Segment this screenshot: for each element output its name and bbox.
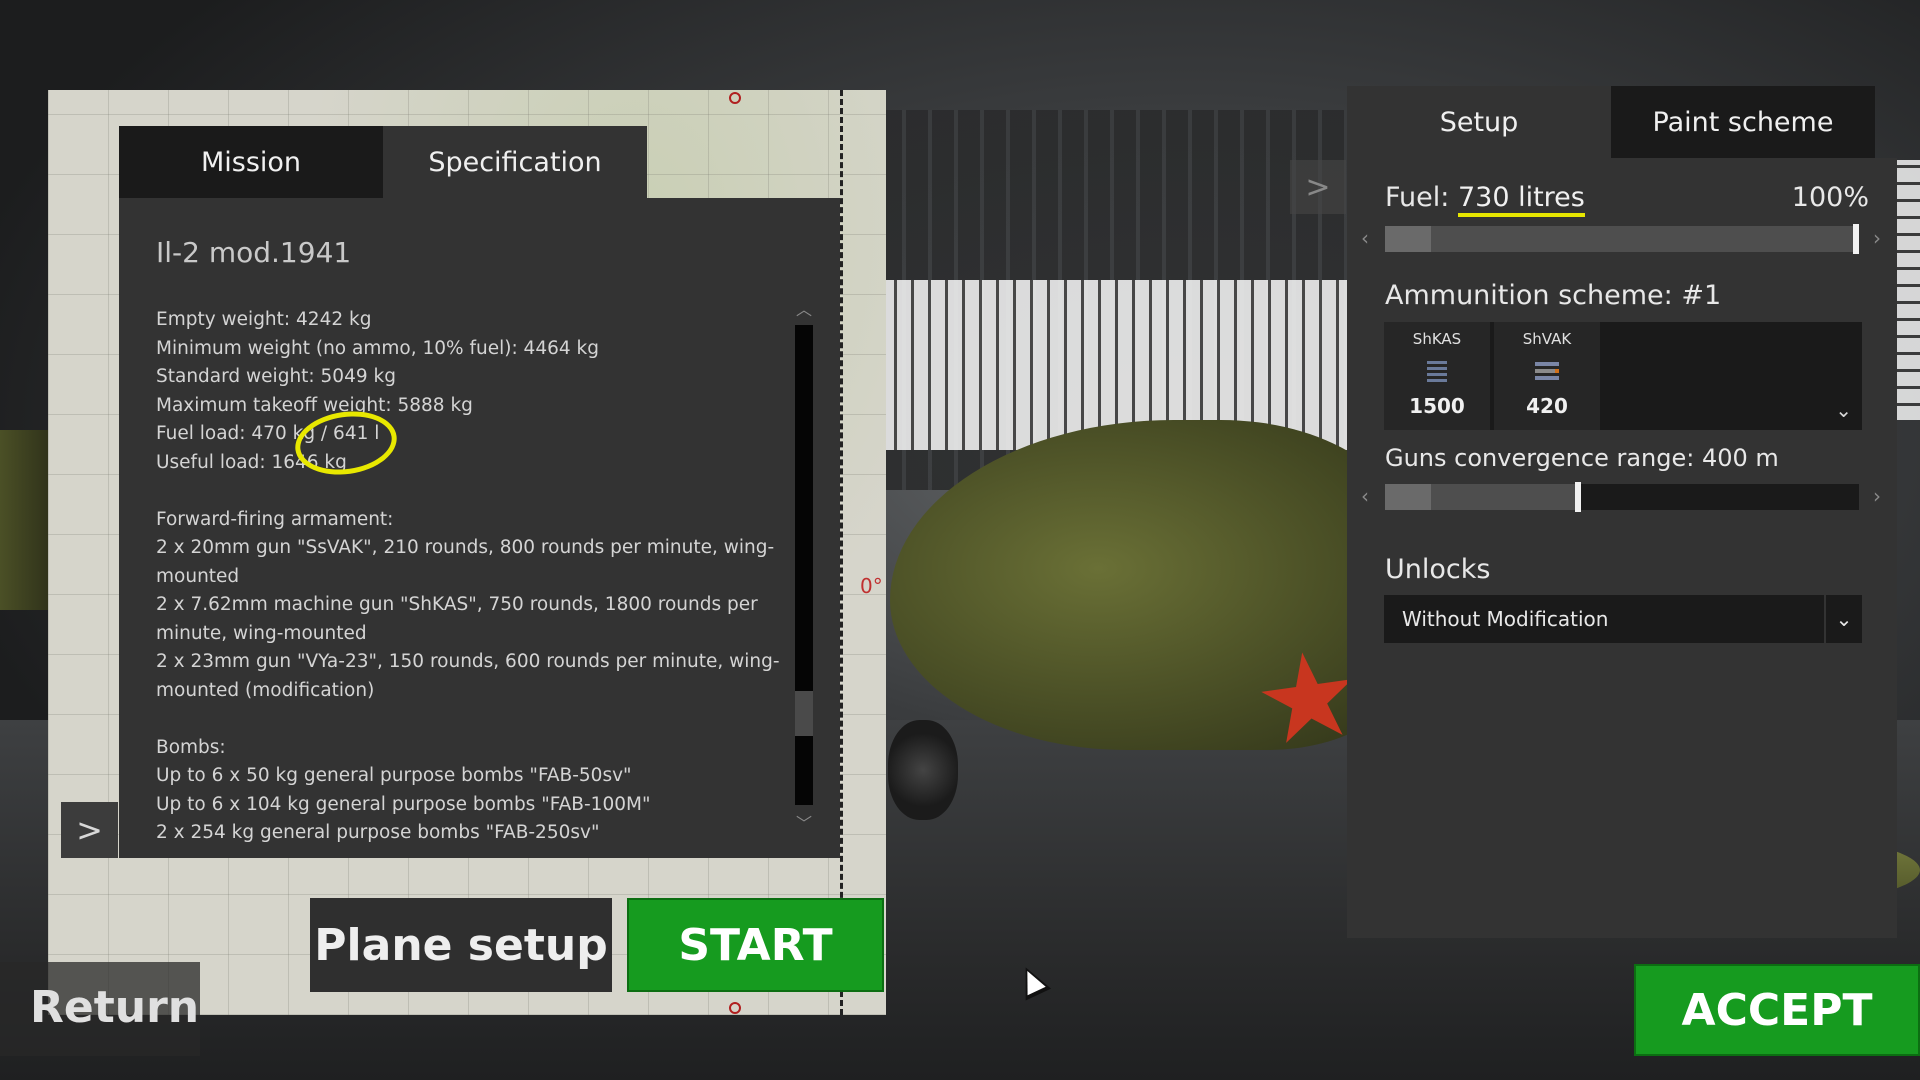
chevron-down-icon[interactable]: ⌄ — [1824, 595, 1862, 643]
fuel-slider-fill — [1385, 226, 1859, 252]
ammo-count: 1500 — [1409, 394, 1465, 418]
spec-line: Fuel load: 470 kg / 641 l — [156, 423, 380, 444]
tab-setup[interactable]: Setup — [1347, 86, 1611, 158]
chevron-left-icon[interactable]: ‹ — [1361, 484, 1369, 508]
ammo-slot-shkas[interactable]: ShKAS 1500 — [1384, 322, 1490, 430]
map-waypoint-marker — [729, 92, 741, 104]
spec-tab-bar: Mission Specification — [119, 126, 647, 198]
unlocks-selected-value: Without Modification — [1402, 607, 1609, 631]
ammo-scheme-label: Ammunition scheme: #1 — [1385, 280, 1722, 311]
unlocks-label: Unlocks — [1385, 554, 1491, 585]
tab-mission[interactable]: Mission — [119, 126, 383, 198]
ammo-belt-icon — [1427, 361, 1447, 382]
fuel-label-prefix: Fuel: — [1385, 182, 1458, 213]
spec-text: Empty weight: 4242 kg Minimum weight (no… — [156, 306, 796, 848]
spec-line: Up to 6 x 50 kg general purpose bombs "F… — [156, 765, 632, 786]
convergence-slider-thumb[interactable] — [1575, 482, 1581, 512]
ammo-name: ShVAK — [1522, 330, 1572, 348]
spec-scrollbar-thumb[interactable] — [795, 691, 813, 736]
return-button[interactable]: Return — [0, 962, 200, 1056]
chevron-right-icon[interactable]: › — [1873, 484, 1881, 508]
spec-line: Standard weight: 5049 kg — [156, 366, 396, 387]
chevron-up-icon[interactable]: ︿ — [795, 296, 813, 320]
plane-name: Il-2 mod.1941 — [156, 236, 352, 269]
spec-line: 2 x 23mm gun "VYa-23", 150 rounds, 600 r… — [156, 651, 780, 701]
spec-line: 2 x 7.62mm machine gun "ShKAS", 750 roun… — [156, 594, 758, 644]
unlocks-dropdown[interactable]: Without Modification ⌄ — [1384, 595, 1862, 643]
landing-gear-wheel — [888, 720, 958, 820]
start-button[interactable]: START — [627, 898, 884, 992]
red-star-insignia: ★ — [1245, 621, 1372, 775]
spec-line: 2 x 254 kg general purpose bombs "FAB-25… — [156, 822, 600, 843]
fuel-slider-thumb[interactable] — [1853, 224, 1859, 254]
fuel-label: Fuel: 730 litres — [1385, 182, 1585, 217]
spec-line: Forward-firing armament: — [156, 508, 394, 530]
ammo-name: ShKAS — [1412, 330, 1462, 348]
chevron-down-icon[interactable]: ⌄ — [1835, 398, 1852, 422]
fuel-percent: 100% — [1791, 182, 1869, 213]
ammo-count: 420 — [1526, 394, 1568, 418]
spec-line: Empty weight: 4242 kg — [156, 309, 372, 330]
convergence-slider[interactable] — [1385, 482, 1859, 512]
spec-line: Minimum weight (no ammo, 10% fuel): 4464… — [156, 337, 599, 359]
spec-line: 2 x 20mm gun "SsVAK", 210 rounds, 800 ro… — [156, 537, 775, 587]
accept-button[interactable]: ACCEPT — [1634, 964, 1920, 1056]
setup-panel: Fuel: 730 litres 100% ‹ › Ammunition sch… — [1347, 158, 1897, 938]
tab-paint-scheme[interactable]: Paint scheme — [1611, 86, 1875, 158]
specification-panel: Il-2 mod.1941 Empty weight: 4242 kg Mini… — [119, 198, 840, 858]
fuel-slider-min — [1385, 226, 1431, 252]
fuel-slider[interactable] — [1385, 224, 1859, 254]
convergence-slider-min — [1385, 484, 1431, 510]
ammo-belt-icon — [1535, 362, 1559, 380]
ammo-slot-shvak[interactable]: ShVAK 420 — [1494, 322, 1600, 430]
fuel-value: 730 litres — [1457, 182, 1585, 217]
map-heading-readout: 0° — [860, 574, 883, 598]
map-route-line — [840, 90, 843, 1015]
spec-line: Up to 6 x 104 kg general purpose bombs "… — [156, 793, 651, 815]
map-waypoint-marker — [729, 1002, 741, 1014]
spec-line: Bombs: — [156, 736, 226, 758]
setup-tab-bar: Setup Paint scheme — [1347, 86, 1875, 158]
plane-setup-button[interactable]: Plane setup — [310, 898, 612, 992]
spec-line: Useful load: 1646 kg — [156, 451, 347, 473]
chevron-right-icon[interactable]: › — [1873, 226, 1881, 250]
spec-line: Maximum takeoff weight: 5888 kg — [156, 394, 473, 416]
chevron-left-icon[interactable]: ‹ — [1361, 226, 1369, 250]
ammo-scheme-selector[interactable]: ShKAS 1500 ShVAK 420 ⌄ — [1384, 322, 1862, 430]
hangar-next-button[interactable]: > — [1290, 160, 1346, 214]
expand-panel-button[interactable]: > — [61, 802, 118, 858]
tab-specification[interactable]: Specification — [383, 126, 647, 198]
convergence-label: Guns convergence range: 400 m — [1385, 444, 1779, 472]
chevron-down-icon[interactable]: ﹀ — [795, 810, 813, 834]
